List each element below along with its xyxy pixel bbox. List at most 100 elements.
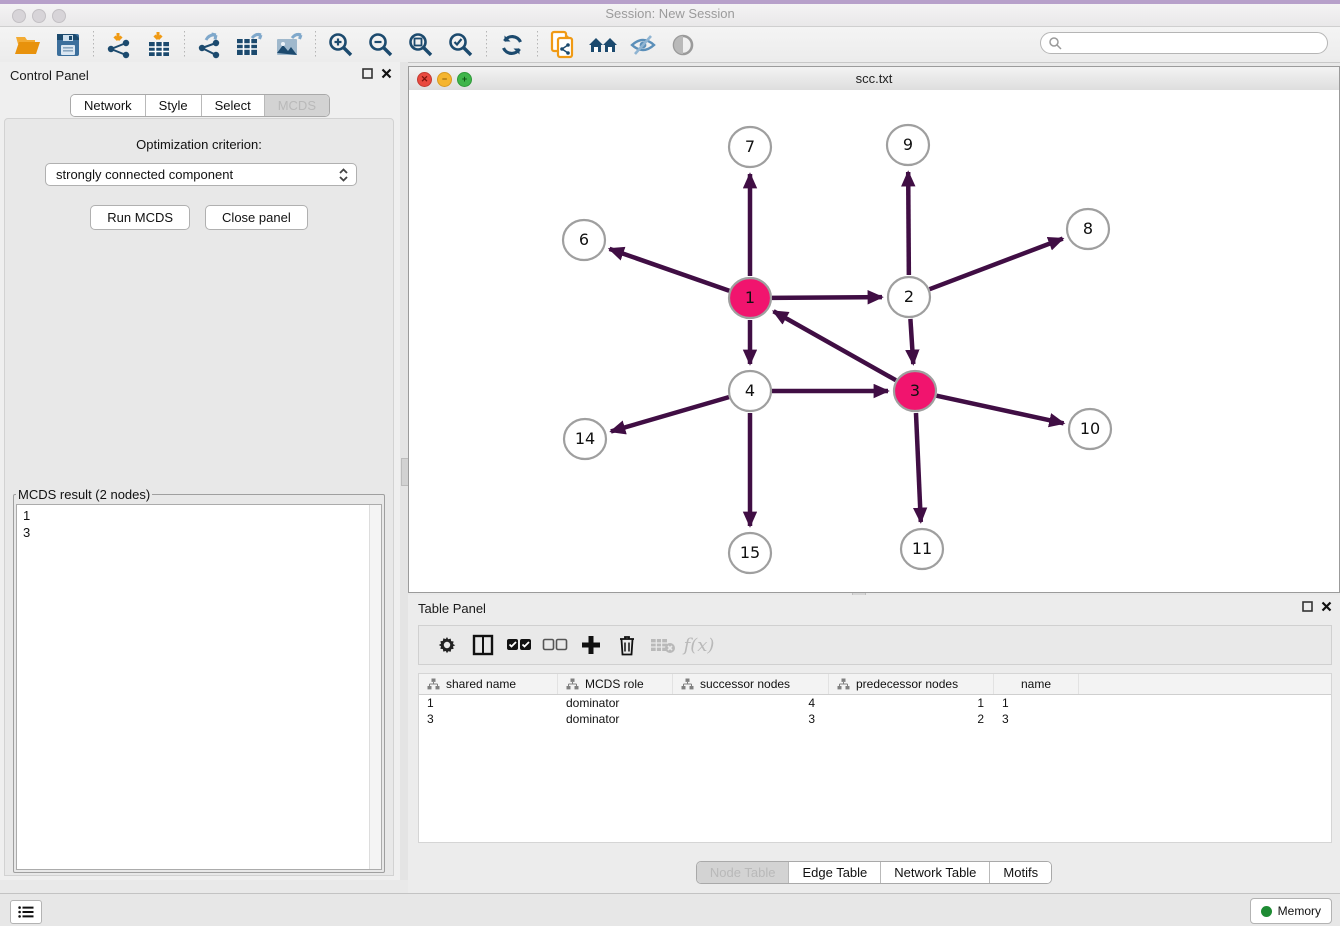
table-panel-tabs: Node Table Edge Table Network Table Moti…	[696, 861, 1052, 884]
table-cell[interactable]: 1	[994, 695, 1079, 711]
task-history-button[interactable]	[10, 900, 42, 924]
column-header-label: name	[1021, 677, 1051, 691]
memory-status-icon	[1261, 906, 1272, 917]
function-builder-icon[interactable]: f(x)	[681, 629, 717, 661]
import-table-icon[interactable]	[142, 30, 176, 60]
attribute-type-icon	[566, 678, 579, 690]
graph-node-label: 2	[904, 287, 914, 306]
table-row[interactable]: 1dominator411	[419, 695, 1331, 711]
columns-icon[interactable]	[465, 629, 501, 661]
column-header[interactable]: successor nodes	[673, 674, 829, 694]
graph-edge[interactable]	[936, 396, 1063, 424]
home-icon[interactable]	[586, 30, 620, 60]
run-mcds-button[interactable]: Run MCDS	[90, 205, 190, 230]
tab-node-table[interactable]: Node Table	[697, 862, 789, 883]
clone-network-icon[interactable]	[546, 30, 580, 60]
tab-mcds[interactable]: MCDS	[264, 95, 329, 116]
table-cell[interactable]: 4	[673, 695, 829, 711]
window-title: Session: New Session	[0, 6, 1340, 21]
graph-edge[interactable]	[609, 249, 729, 291]
gear-icon[interactable]	[429, 629, 465, 661]
tab-network-table[interactable]: Network Table	[880, 862, 989, 883]
network-window-titlebar: ✕ − + scc.txt	[409, 67, 1339, 91]
close-panel-icon[interactable]	[381, 68, 392, 79]
graph-node-label: 8	[1083, 219, 1093, 238]
export-network-icon[interactable]	[193, 30, 227, 60]
zoom-in-icon[interactable]	[324, 30, 358, 60]
open-icon[interactable]	[11, 30, 45, 60]
float-panel-icon[interactable]	[362, 68, 373, 79]
control-panel-title: Control Panel	[10, 68, 89, 83]
table-cell[interactable]: 1	[419, 695, 558, 711]
criterion-select[interactable]: strongly connected component	[45, 163, 357, 186]
column-header[interactable]: predecessor nodes	[829, 674, 994, 694]
graph-edge[interactable]	[772, 297, 882, 298]
graph-edge[interactable]	[908, 172, 909, 275]
deselect-all-icon[interactable]	[537, 629, 573, 661]
graph-edge[interactable]	[611, 397, 729, 431]
table-panel-header: Table Panel	[408, 595, 1340, 621]
export-table-icon[interactable]	[233, 30, 267, 60]
save-icon[interactable]	[51, 30, 85, 60]
add-icon[interactable]	[573, 629, 609, 661]
table-cell[interactable]: 3	[419, 711, 558, 727]
column-header[interactable]: MCDS role	[558, 674, 673, 694]
attribute-type-icon	[681, 678, 694, 690]
toolbar-separator	[315, 31, 316, 59]
network-canvas[interactable]: 7968124314101511	[409, 90, 1339, 592]
mcds-result-title: MCDS result (2 nodes)	[16, 487, 152, 502]
tab-select[interactable]: Select	[201, 95, 264, 116]
column-header[interactable]: name	[994, 674, 1079, 694]
export-image-icon[interactable]	[273, 30, 307, 60]
tab-edge-table[interactable]: Edge Table	[788, 862, 880, 883]
search-field	[1040, 32, 1328, 54]
zoom-selected-icon[interactable]	[444, 30, 478, 60]
network-graph[interactable]: 7968124314101511	[409, 90, 1339, 592]
table-toolbar: f(x)	[418, 625, 1332, 665]
table-cell[interactable]: dominator	[558, 711, 673, 727]
list-icon	[18, 906, 34, 918]
control-panel-header: Control Panel	[0, 62, 400, 88]
graph-node-label: 4	[745, 381, 755, 400]
zoom-out-icon[interactable]	[364, 30, 398, 60]
delete-icon[interactable]	[609, 629, 645, 661]
column-header-label: shared name	[446, 677, 516, 691]
graph-node-label: 14	[575, 429, 595, 448]
graph-edge[interactable]	[930, 239, 1063, 290]
search-icon	[1048, 36, 1062, 50]
memory-button[interactable]: Memory	[1250, 898, 1332, 924]
tab-network[interactable]: Network	[71, 95, 145, 116]
close-table-panel-icon[interactable]	[1321, 601, 1332, 612]
graph-node-label: 7	[745, 137, 755, 156]
node-table: shared name MCDS rolesuccessor nodesprede…	[418, 673, 1332, 843]
table-cell[interactable]: 1	[829, 695, 994, 711]
table-row[interactable]: 3dominator323	[419, 711, 1331, 727]
close-panel-button[interactable]: Close panel	[205, 205, 308, 230]
table-cell[interactable]: dominator	[558, 695, 673, 711]
result-scrollbar[interactable]	[369, 505, 381, 869]
table-cell[interactable]: 3	[673, 711, 829, 727]
graph-edge[interactable]	[910, 319, 913, 364]
mcds-result-text: 1 3	[23, 507, 30, 541]
graph-edge[interactable]	[916, 413, 921, 522]
mcds-result-area: 1 3	[16, 504, 382, 870]
vertical-splitter[interactable]	[400, 62, 408, 880]
hide-details-icon[interactable]	[626, 30, 660, 60]
graph-node-label: 6	[579, 230, 589, 249]
zoom-fit-icon[interactable]	[404, 30, 438, 60]
column-header[interactable]: shared name	[419, 674, 558, 694]
control-panel: Control Panel Network Style Select MCDS …	[0, 62, 400, 880]
search-input[interactable]	[1040, 32, 1328, 54]
import-network-icon[interactable]	[102, 30, 136, 60]
show-details-icon[interactable]	[666, 30, 700, 60]
tab-style[interactable]: Style	[145, 95, 201, 116]
float-table-panel-icon[interactable]	[1302, 601, 1313, 612]
tab-motifs[interactable]: Motifs	[989, 862, 1051, 883]
graph-node-label: 11	[912, 539, 932, 558]
delete-table-icon[interactable]	[645, 629, 681, 661]
graph-edge[interactable]	[774, 311, 896, 380]
select-all-icon[interactable]	[501, 629, 537, 661]
table-cell[interactable]: 3	[994, 711, 1079, 727]
table-cell[interactable]: 2	[829, 711, 994, 727]
refresh-layout-icon[interactable]	[495, 30, 529, 60]
